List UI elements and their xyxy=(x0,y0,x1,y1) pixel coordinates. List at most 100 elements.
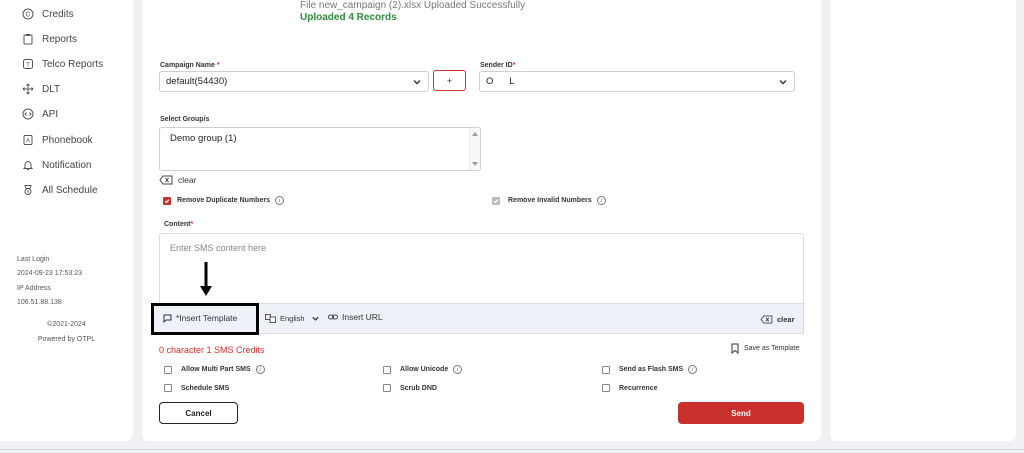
remove-duplicates-checkbox[interactable] xyxy=(163,196,171,205)
info-icon[interactable]: i xyxy=(596,196,606,205)
sender-id-select[interactable]: O L xyxy=(479,71,795,92)
sender-id-label: Sender ID* xyxy=(480,62,516,69)
upload-file-message: File new_campaign (2).xlsx Uploaded Succ… xyxy=(300,0,526,11)
scroll-up-icon[interactable] xyxy=(472,132,478,136)
sidebar-item-all-schedule[interactable]: All Schedule xyxy=(22,181,98,199)
clear-label: clear xyxy=(178,175,197,185)
option-label: Scrub DND xyxy=(400,384,437,392)
phonebook-icon: A xyxy=(22,134,34,146)
campaign-name-select[interactable]: default(54430) xyxy=(159,71,429,92)
svg-text:C: C xyxy=(25,12,30,19)
sidebar-item-phonebook[interactable]: A Phonebook xyxy=(22,131,93,149)
clear-label: clear xyxy=(777,315,795,324)
insert-url-label: Insert URL xyxy=(342,312,383,322)
divider xyxy=(0,449,1024,450)
ip-address-value: 106.51.88.138 xyxy=(17,299,62,306)
sidebar-item-label: Telco Reports xyxy=(42,58,104,70)
schedule-sms-option[interactable]: Schedule SMS xyxy=(164,384,229,392)
clear-groups-button[interactable]: clear xyxy=(159,175,196,185)
last-login-value: 2024-09-23 17:53:23 xyxy=(17,270,82,277)
powered-by: Powered by OTPL xyxy=(37,336,96,343)
backspace-icon xyxy=(159,175,173,185)
sidebar-item-notification[interactable]: Notification xyxy=(22,156,91,174)
remove-invalid-checkbox[interactable] xyxy=(492,196,500,205)
svg-text:A: A xyxy=(26,139,30,145)
save-as-template-button[interactable]: Save as Template xyxy=(731,343,800,354)
clock-icon xyxy=(22,184,34,196)
flash-sms-checkbox[interactable] xyxy=(602,365,610,374)
clear-content-button[interactable]: clear xyxy=(760,315,795,324)
info-icon[interactable]: i xyxy=(255,365,265,374)
copyright: ©2021-2024 xyxy=(47,321,86,328)
translate-icon xyxy=(265,314,276,323)
cancel-button[interactable]: Cancel xyxy=(159,402,238,424)
backspace-icon xyxy=(760,315,773,324)
chevron-down-icon xyxy=(779,79,787,84)
sidebar-item-api[interactable]: API xyxy=(22,105,58,123)
option-label: Schedule SMS xyxy=(181,384,230,392)
allow-multipart-option[interactable]: Allow Multi Part SMS i xyxy=(164,365,265,374)
info-icon[interactable]: i xyxy=(453,365,463,374)
sidebar-item-label: DLT xyxy=(42,83,61,95)
sidebar-item-label: Phonebook xyxy=(42,134,93,146)
send-button[interactable]: Send xyxy=(678,402,804,424)
allow-unicode-checkbox[interactable] xyxy=(383,365,391,374)
group-listbox[interactable]: Demo group (1) xyxy=(159,127,481,171)
remove-invalid-option[interactable]: Remove Invalid Numbers i xyxy=(492,196,606,205)
upload-records-message: Uploaded 4 Records xyxy=(300,12,397,23)
allow-multipart-checkbox[interactable] xyxy=(164,365,172,374)
info-icon[interactable]: i xyxy=(274,196,284,205)
sender-id-value: O L xyxy=(486,76,515,87)
bell-icon xyxy=(22,159,34,171)
option-label: Allow Multi Part SMS xyxy=(181,366,251,373)
chevron-down-icon xyxy=(413,79,421,84)
sidebar-item-reports[interactable]: Reports xyxy=(22,30,77,48)
language-select[interactable]: English xyxy=(265,314,324,323)
right-panel xyxy=(830,0,1016,441)
link-icon xyxy=(328,314,338,320)
remove-invalid-label: Remove Invalid Numbers xyxy=(508,197,592,204)
sidebar-item-telco-reports[interactable]: T Telco Reports xyxy=(22,55,103,73)
campaign-name-label: Campaign Name * xyxy=(160,62,220,69)
highlight-box xyxy=(151,303,259,335)
last-login-label: Last Login xyxy=(17,256,50,263)
sidebar-item-label: All Schedule xyxy=(42,184,98,196)
option-label: Send as Flash SMS xyxy=(619,366,684,373)
group-option[interactable]: Demo group (1) xyxy=(170,133,237,144)
arrow-down-icon xyxy=(200,262,212,296)
content-placeholder: Enter SMS content here xyxy=(170,243,267,253)
chevron-down-icon xyxy=(311,316,319,321)
recurrence-checkbox[interactable] xyxy=(602,384,610,392)
sidebar-item-label: Reports xyxy=(42,33,78,45)
api-icon xyxy=(22,108,34,120)
sms-content-textarea[interactable]: Enter SMS content here xyxy=(159,233,804,304)
sidebar-item-label: Notification xyxy=(42,159,92,171)
sidebar-item-credits[interactable]: C Credits xyxy=(22,5,74,23)
sidebar-item-dlt[interactable]: DLT xyxy=(22,80,60,98)
sidebar: C Credits Reports T Telco Reports DLT AP… xyxy=(0,0,133,441)
svg-text:T: T xyxy=(26,63,30,69)
ip-address-label: IP Address xyxy=(17,285,51,292)
remove-duplicates-label: Remove Duplicate Numbers xyxy=(177,197,270,204)
add-campaign-button[interactable]: + xyxy=(433,70,466,91)
content-label: Content* xyxy=(164,221,194,228)
option-label: Allow Unicode xyxy=(400,366,449,373)
remove-duplicates-option[interactable]: Remove Duplicate Numbers i xyxy=(163,196,284,205)
telco-icon: T xyxy=(22,58,34,70)
insert-url-button[interactable]: Insert URL xyxy=(328,312,383,322)
allow-unicode-option[interactable]: Allow Unicode i xyxy=(383,365,463,374)
language-value: English xyxy=(280,314,305,323)
scrub-dnd-option[interactable]: Scrub DND xyxy=(383,384,437,392)
save-template-label: Save as Template xyxy=(744,345,800,352)
move-icon xyxy=(22,83,34,95)
scrub-dnd-checkbox[interactable] xyxy=(383,384,391,392)
sidebar-item-label: Credits xyxy=(42,8,74,20)
scrollbar[interactable] xyxy=(469,128,480,170)
bookmark-icon xyxy=(731,343,739,354)
scroll-down-icon[interactable] xyxy=(472,162,478,166)
schedule-sms-checkbox[interactable] xyxy=(164,384,172,392)
info-icon[interactable]: i xyxy=(688,365,698,374)
flash-sms-option[interactable]: Send as Flash SMS i xyxy=(602,365,698,374)
recurrence-option[interactable]: Recurrence xyxy=(602,384,658,392)
campaign-name-value: default(54430) xyxy=(166,76,228,87)
